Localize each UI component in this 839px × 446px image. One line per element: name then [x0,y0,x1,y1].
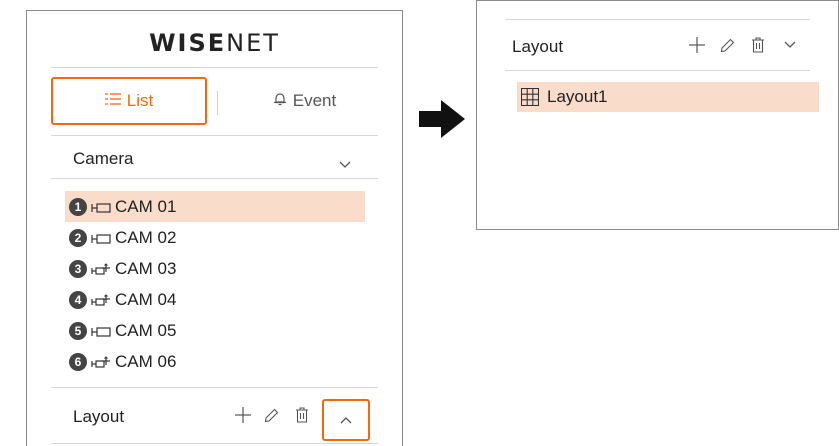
camera-name: CAM 02 [115,227,177,247]
camera-number-badge: 5 [69,321,87,340]
camera-section-header[interactable]: Camera [73,145,363,173]
camera-name: CAM 03 [115,258,177,278]
camera-icon [91,231,111,245]
divider [505,70,810,71]
camera-item-cam06[interactable]: 6 CAM 06 [65,346,365,377]
layout-item-layout1[interactable]: Layout1 [517,82,819,112]
camera-item-cam01[interactable]: 1 CAM 01 [65,191,365,222]
left-panel: WISENET List Event Camera 1 CAM 01 2 CAM… [26,10,403,446]
list-icon [104,92,121,111]
camera-name: CAM 01 [115,196,177,216]
camera-number-badge: 4 [69,290,87,309]
collapse-layout-button[interactable] [322,399,370,441]
divider [505,19,810,20]
chevron-down-icon[interactable] [339,154,351,168]
camera-item-cam03[interactable]: 3 CAM 03 [65,253,365,284]
tab-list-label: List [126,91,154,110]
ptz-camera-icon [91,355,111,369]
chevron-up-icon [340,411,352,429]
camera-name: CAM 05 [115,320,177,340]
camera-number-badge: 2 [69,228,87,247]
plus-icon[interactable] [233,407,253,423]
divider [51,443,378,444]
camera-number-badge: 3 [69,259,87,278]
camera-list: 1 CAM 01 2 CAM 02 3 CAM 03 4 CAM 04 5 CA… [65,191,365,377]
right-panel: Layout Layout1 [476,0,839,230]
tab-separator [217,91,218,115]
layout-section-header: Layout [73,403,124,431]
camera-number-badge: 6 [69,352,87,371]
arrow-right-icon [419,100,467,143]
trash-icon[interactable] [749,37,767,53]
trash-icon[interactable] [293,407,311,423]
tab-list[interactable]: List [51,77,207,125]
layout-controls [687,37,797,53]
layout-section-label: Layout [73,407,125,426]
logo-bold: WISE [149,29,227,57]
layout-controls [233,407,311,423]
pencil-icon[interactable] [717,38,737,53]
bell-icon [273,91,287,111]
layout-section-header: Layout [512,34,563,60]
camera-name: CAM 06 [115,351,177,371]
divider [51,67,378,68]
chevron-down-icon[interactable] [783,41,797,49]
wisenet-logo: WISENET [27,29,402,57]
tab-event-label: Event [292,91,337,110]
layout-name: Layout1 [547,87,608,106]
divider [51,135,378,136]
layout-section-label: Layout [512,37,564,56]
camera-name: CAM 04 [115,289,177,309]
camera-item-cam04[interactable]: 4 CAM 04 [65,284,365,315]
tab-event[interactable]: Event [227,77,382,125]
divider [51,178,378,179]
pencil-icon[interactable] [261,408,281,423]
ptz-camera-icon [91,262,111,276]
camera-icon [91,324,111,338]
plus-icon[interactable] [687,37,707,53]
camera-item-cam02[interactable]: 2 CAM 02 [65,222,365,253]
ptz-camera-icon [91,293,111,307]
camera-section-label: Camera [73,149,134,168]
camera-number-badge: 1 [69,197,87,216]
camera-item-cam05[interactable]: 5 CAM 05 [65,315,365,346]
grid-icon [521,88,539,106]
logo-thin: NET [226,29,280,57]
camera-icon [91,200,111,214]
divider [51,387,378,388]
